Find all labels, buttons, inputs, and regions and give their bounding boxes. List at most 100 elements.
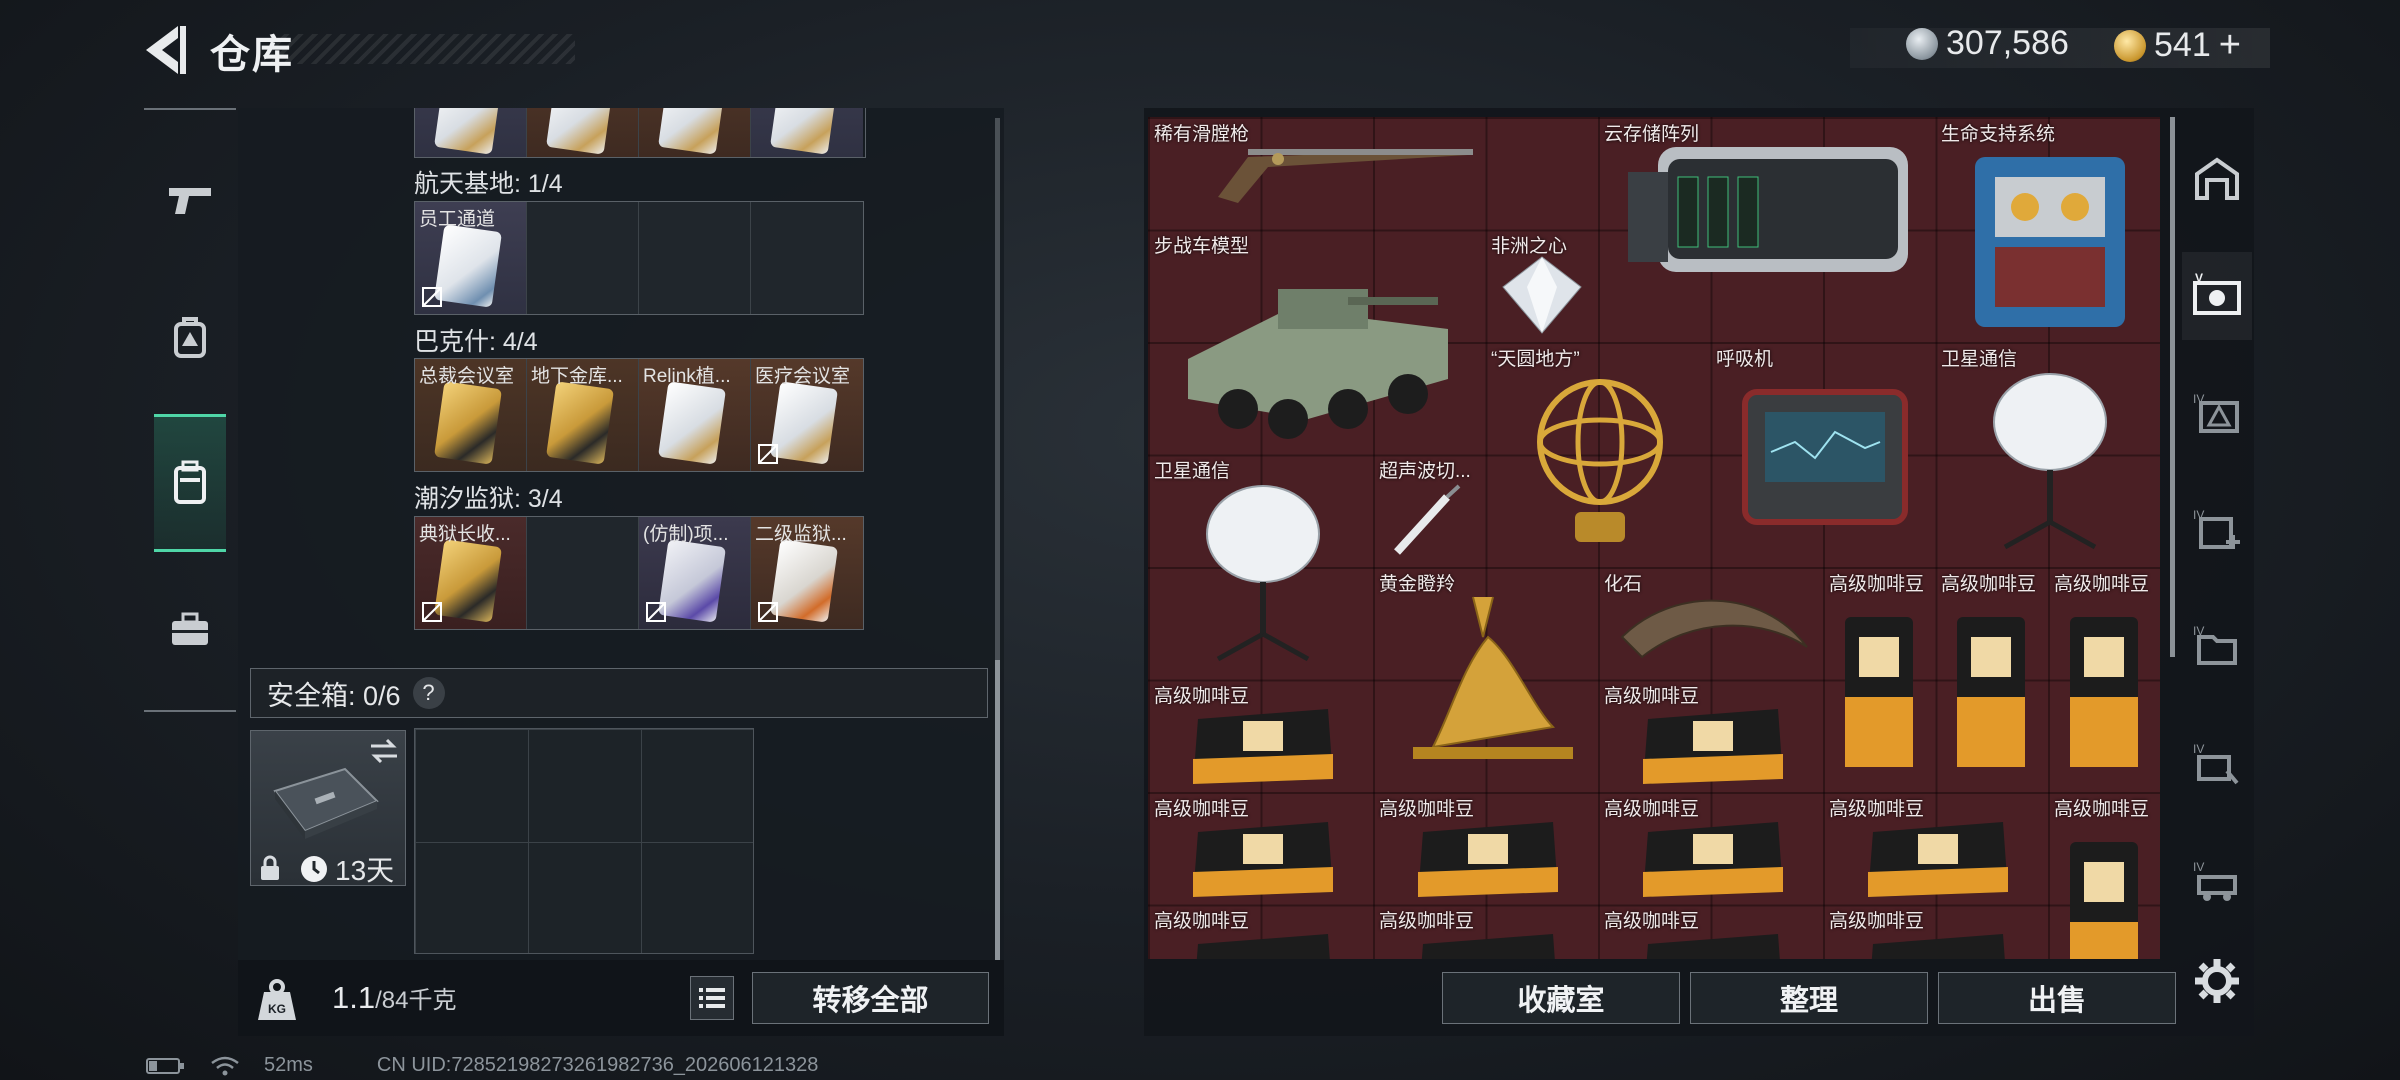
- item-premium-coffee[interactable]: 高级咖啡豆: [1598, 792, 1823, 904]
- folder-icon: IV: [2193, 624, 2237, 665]
- item-life-support[interactable]: 生命支持系统: [1935, 117, 2160, 342]
- item-premium-coffee[interactable]: 高级咖啡豆: [1148, 679, 1373, 791]
- key-slot[interactable]: (仿制)项...: [639, 517, 751, 629]
- add-currency-icon[interactable]: +: [2219, 24, 2241, 67]
- item-ventilator[interactable]: 呼吸机: [1710, 342, 1935, 567]
- nav-containers[interactable]: [154, 414, 226, 552]
- key-slot[interactable]: 总裁会议室: [415, 359, 527, 471]
- tab-category-6[interactable]: IV: [2182, 720, 2252, 808]
- help-icon[interactable]: ?: [412, 677, 445, 709]
- swap-icon[interactable]: [367, 737, 401, 765]
- list-icon: [699, 988, 725, 1008]
- lock-icon: [261, 855, 279, 880]
- tab-collectibles[interactable]: V: [2182, 252, 2252, 340]
- empty-key-slot[interactable]: [527, 202, 639, 314]
- item-premium-coffee[interactable]: 高级咖啡豆: [1598, 904, 1823, 959]
- item-premium-coffee[interactable]: 高级咖啡豆: [2048, 567, 2160, 792]
- empty-key-slot[interactable]: [751, 202, 863, 314]
- item-satellite-comm[interactable]: 卫星通信: [1148, 454, 1373, 679]
- key-name: Relink植...: [643, 366, 731, 387]
- safebox-case-icon: [273, 767, 379, 839]
- item-premium-coffee[interactable]: 高级咖啡豆: [1823, 792, 2048, 904]
- tab-category-5[interactable]: IV: [2182, 602, 2252, 690]
- svg-text:IV: IV: [2193, 508, 2204, 522]
- key-name: 典狱长收...: [419, 524, 511, 545]
- item-premium-coffee[interactable]: 高级咖啡豆: [1823, 567, 1935, 792]
- item-fossil[interactable]: 化石: [1598, 567, 1823, 679]
- key-slot[interactable]: 员工通道: [415, 202, 527, 314]
- item-label: 高级咖啡豆: [1829, 799, 1925, 820]
- wifi-icon: [211, 1056, 239, 1075]
- item-heart-of-africa[interactable]: 非洲之心: [1485, 229, 1598, 341]
- key-slot[interactable]: 二级监狱...: [751, 517, 863, 629]
- tab-all[interactable]: [2182, 134, 2252, 222]
- item-cloud-storage[interactable]: 云存储阵列: [1598, 117, 1935, 272]
- item-ultrasonic-cutter[interactable]: 超声波切...: [1373, 454, 1485, 566]
- tab-category-3[interactable]: IV: [2182, 370, 2252, 458]
- item-label: 高级咖啡豆: [1604, 686, 1700, 707]
- nav-items[interactable]: [144, 580, 236, 680]
- right-scrollbar[interactable]: [2170, 117, 2175, 657]
- left-scrollbar-thumb[interactable]: [995, 660, 1000, 960]
- item-ifv-model[interactable]: 步战车模型: [1148, 229, 1485, 454]
- item-premium-coffee[interactable]: 高级咖啡豆: [2048, 792, 2160, 959]
- key-slot[interactable]: [751, 108, 863, 157]
- weight-max: /84千克: [375, 987, 457, 1014]
- scalpel-icon: [1394, 484, 1461, 555]
- coffee-pack-icon: [1643, 822, 1783, 897]
- item-rare-musket[interactable]: 稀有滑膛枪: [1148, 117, 1598, 229]
- item-premium-coffee[interactable]: 高级咖啡豆: [1373, 792, 1598, 904]
- keycard-icon: [433, 108, 503, 155]
- no-trade-icon: [646, 602, 666, 622]
- musket-icon: [1218, 149, 1473, 203]
- key-name: 二级监狱...: [755, 524, 847, 545]
- item-label: 高级咖啡豆: [1379, 799, 1475, 820]
- sell-button[interactable]: 出售: [1938, 972, 2176, 1024]
- svg-text:KG: KG: [268, 1002, 286, 1016]
- key-slot[interactable]: 地下金库...: [527, 359, 639, 471]
- item-label: 高级咖啡豆: [1154, 911, 1250, 932]
- key-slot[interactable]: [639, 108, 751, 157]
- item-label: 高级咖啡豆: [1379, 911, 1475, 932]
- item-armillary-sphere[interactable]: “天圆地方”: [1485, 342, 1710, 567]
- gear-icon: [2195, 959, 2239, 1003]
- safebox-case[interactable]: 13天: [250, 730, 406, 886]
- page-title: 仓库: [210, 33, 294, 77]
- keycard-icon: [433, 381, 503, 465]
- empty-key-slot[interactable]: [639, 202, 751, 314]
- gold-currency[interactable]: 541 +: [2114, 24, 2241, 67]
- safebox-grid[interactable]: [414, 728, 754, 954]
- coffee-pack-icon: [1418, 822, 1558, 897]
- item-label: 高级咖啡豆: [2054, 799, 2150, 820]
- key-slot[interactable]: 医疗会议室: [751, 359, 863, 471]
- key-slot[interactable]: [415, 108, 527, 157]
- item-premium-coffee[interactable]: 高级咖啡豆: [1823, 904, 2048, 959]
- settings-button[interactable]: [2192, 956, 2242, 1006]
- armillary-icon: [1537, 379, 1663, 542]
- item-premium-coffee[interactable]: 高级咖啡豆: [1148, 792, 1373, 904]
- satellite-dish-icon: [1206, 485, 1320, 662]
- key-name: 地下金库...: [531, 366, 623, 387]
- svg-text:IV: IV: [2193, 860, 2204, 874]
- list-view-button[interactable]: [690, 976, 734, 1020]
- nav-weapons[interactable]: [144, 150, 236, 250]
- back-button[interactable]: [140, 22, 190, 78]
- empty-key-slot[interactable]: [527, 517, 639, 629]
- item-premium-coffee[interactable]: 高级咖啡豆: [1373, 904, 1598, 959]
- item-golden-gazelle[interactable]: 黄金瞪羚: [1373, 567, 1598, 792]
- nav-equipment[interactable]: [144, 288, 236, 388]
- tab-category-7[interactable]: IV: [2182, 838, 2252, 926]
- tab-category-4[interactable]: IV: [2182, 486, 2252, 574]
- item-label: 卫星通信: [1941, 349, 2018, 370]
- item-satellite-comm[interactable]: 卫星通信: [1935, 342, 2160, 567]
- sort-button[interactable]: 整理: [1690, 972, 1928, 1024]
- transfer-all-button[interactable]: 转移全部: [752, 972, 989, 1024]
- silver-coin-icon: [1906, 27, 1938, 60]
- key-slot[interactable]: Relink植...: [639, 359, 751, 471]
- item-premium-coffee[interactable]: 高级咖啡豆: [1148, 904, 1373, 959]
- key-slot[interactable]: 典狱长收...: [415, 517, 527, 629]
- collection-room-button[interactable]: 收藏室: [1442, 972, 1680, 1024]
- key-slot[interactable]: [527, 108, 639, 157]
- item-premium-coffee[interactable]: 高级咖啡豆: [1598, 679, 1823, 791]
- item-premium-coffee[interactable]: 高级咖啡豆: [1935, 567, 2047, 792]
